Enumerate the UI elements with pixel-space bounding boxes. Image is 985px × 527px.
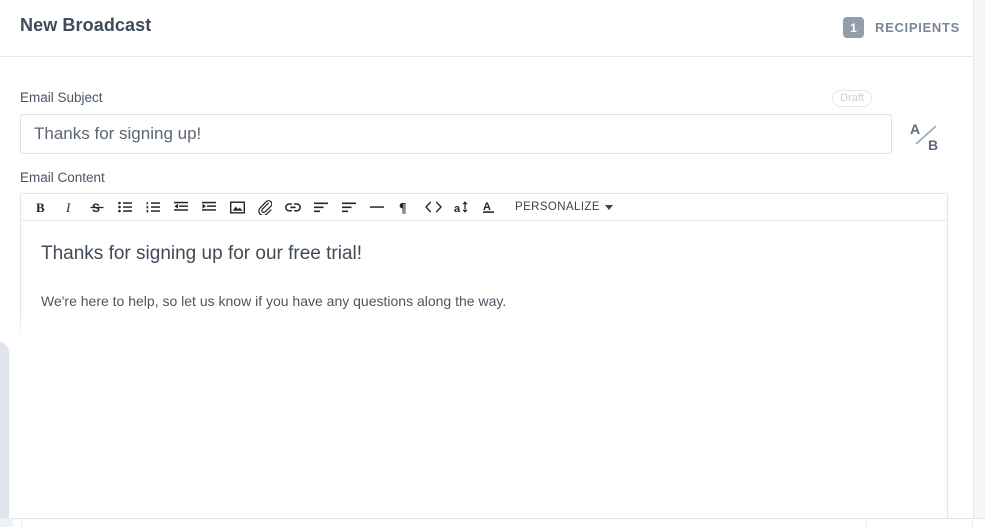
svg-text:I: I (65, 200, 71, 214)
chevron-down-icon (604, 204, 613, 210)
horizontal-rule-icon[interactable] (363, 194, 391, 220)
email-subject-input[interactable] (20, 114, 892, 154)
ab-test-icon[interactable]: A B (903, 117, 949, 155)
bottom-left-tab (0, 518, 13, 527)
email-body-heading: Thanks for signing up for our free trial… (41, 243, 363, 264)
personalize-label: PERSONALIZE (515, 201, 600, 213)
outdent-icon[interactable] (167, 194, 195, 220)
ab-test-b-letter: B (928, 137, 938, 153)
unordered-list-icon[interactable] (111, 194, 139, 220)
align-left-icon[interactable] (335, 194, 363, 220)
link-icon[interactable] (279, 194, 307, 220)
strikethrough-icon[interactable]: S (83, 194, 111, 220)
image-icon[interactable] (223, 194, 251, 220)
broadcast-composer-screen: New Broadcast 1 RECIPIENTS Email Subject… (0, 0, 985, 527)
recipients-count-badge: 1 (842, 17, 864, 38)
font-size-icon[interactable]: a (447, 194, 475, 220)
bottom-divider (972, 520, 973, 527)
bottom-divider (866, 520, 867, 527)
personalize-dropdown[interactable]: PERSONALIZE (515, 194, 613, 220)
page-title: New Broadcast (20, 15, 152, 35)
bold-icon[interactable]: B (27, 194, 55, 220)
ab-test-a-letter: A (910, 121, 920, 137)
left-overlay-card-fill (0, 341, 9, 527)
email-content-label: Email Content (20, 170, 105, 185)
italic-icon[interactable]: I (55, 194, 83, 220)
paragraph-icon[interactable]: ¶ (391, 194, 419, 220)
recipients-label: RECIPIENTS (874, 20, 960, 35)
draft-status-badge: Draft (832, 90, 872, 107)
bottom-strip (0, 518, 985, 527)
svg-text:B: B (36, 200, 45, 214)
page-header: New Broadcast 1 RECIPIENTS (0, 0, 973, 57)
indent-icon[interactable] (195, 194, 223, 220)
text-color-icon[interactable]: A (475, 194, 503, 220)
email-body-paragraph: We're here to help, so let us know if yo… (41, 292, 507, 309)
editor-toolbar: B I S ¶ a A PERSONALIZE (21, 194, 947, 221)
email-content-body[interactable]: Thanks for signing up for our free trial… (21, 221, 947, 527)
email-subject-label: Email Subject (20, 90, 103, 105)
attachment-icon[interactable] (251, 194, 279, 220)
recipients-summary[interactable]: 1 RECIPIENTS (842, 17, 960, 38)
svg-text:a: a (454, 203, 461, 214)
svg-text:¶: ¶ (399, 201, 407, 214)
ordered-list-icon[interactable] (139, 194, 167, 220)
align-icon[interactable] (307, 194, 335, 220)
email-content-editor: B I S ¶ a A PERSONALIZE Thanks for signi… (20, 193, 948, 527)
bottom-divider (21, 520, 22, 527)
compose-area: Email Subject Draft A B Email Content B … (0, 57, 973, 527)
code-icon[interactable] (419, 194, 447, 220)
svg-text:A: A (483, 201, 491, 213)
right-rail-background (973, 0, 985, 527)
